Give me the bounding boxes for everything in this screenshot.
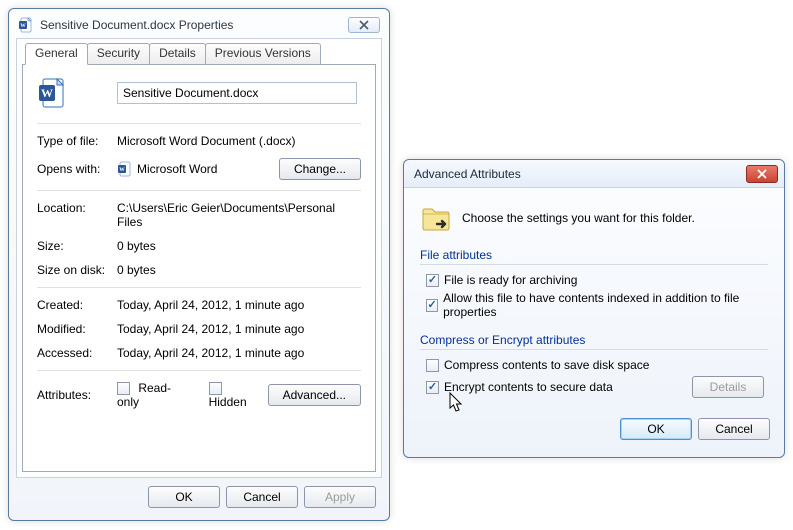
ok-button[interactable]: OK [148,486,220,508]
compress-encrypt-heading: Compress or Encrypt attributes [420,333,768,347]
accessed-label: Accessed: [37,346,117,360]
tab-strip: General Security Details Previous Versio… [25,43,320,65]
location-row: Location: C:\Users\Eric Geier\Documents\… [37,201,361,229]
readonly-checkbox-wrap: Read-only [117,381,193,409]
type-label: Type of file: [37,134,117,148]
tab-details[interactable]: Details [149,43,206,65]
archiving-checkbox[interactable] [426,274,439,287]
apply-button: Apply [304,486,376,508]
advanced-titlebar: Advanced Attributes [404,160,784,188]
separator [420,349,768,350]
properties-title: Sensitive Document.docx Properties [40,18,348,32]
svg-text:W: W [20,23,26,29]
svg-text:W: W [119,167,125,173]
word-file-icon: W [37,77,69,109]
word-file-icon: W [18,17,34,33]
file-attributes-heading: File attributes [420,248,768,262]
indexing-checkbox[interactable] [426,299,438,312]
attributes-label: Attributes: [37,388,117,402]
ok-button[interactable]: OK [620,418,692,440]
opens-with-row: Opens with: W Microsoft Word Change... [37,158,361,180]
separator [420,264,768,265]
size-value: 0 bytes [117,239,361,253]
hidden-checkbox-wrap: Hidden [209,381,268,409]
type-row: Type of file: Microsoft Word Document (.… [37,134,361,148]
opens-with-value: W Microsoft Word [117,161,279,177]
modified-value: Today, April 24, 2012, 1 minute ago [117,322,361,336]
close-button[interactable] [746,165,778,183]
separator [37,123,361,124]
separator [37,190,361,191]
advanced-title: Advanced Attributes [414,167,746,181]
file-attributes-group: File attributes File is ready for archiv… [420,248,768,319]
size-on-disk-row: Size on disk: 0 bytes [37,263,361,277]
encrypt-row: Encrypt contents to secure data Details [426,376,768,398]
modified-row: Modified: Today, April 24, 2012, 1 minut… [37,322,361,336]
opens-with-label: Opens with: [37,162,117,176]
readonly-checkbox[interactable] [117,382,130,395]
details-button: Details [692,376,764,398]
compress-checkbox[interactable] [426,359,439,372]
advanced-button-bar: OK Cancel [404,412,784,450]
created-label: Created: [37,298,117,312]
accessed-value: Today, April 24, 2012, 1 minute ago [117,346,361,360]
hidden-checkbox[interactable] [209,382,222,395]
size-on-disk-value: 0 bytes [117,263,361,277]
cancel-button[interactable]: Cancel [698,418,770,440]
intro-row: Choose the settings you want for this fo… [420,202,768,234]
word-app-icon: W [117,161,133,177]
location-label: Location: [37,201,117,215]
folder-properties-icon [420,202,452,234]
close-button[interactable] [348,17,380,33]
attributes-row: Attributes: Read-only Hidden Advanced... [37,381,361,409]
filename-row: W [37,77,361,109]
compress-row: Compress contents to save disk space [426,358,768,372]
tab-general[interactable]: General [25,43,88,65]
opens-with-text: Microsoft Word [137,162,217,176]
hidden-label[interactable]: Hidden [209,395,247,409]
intro-text: Choose the settings you want for this fo… [462,211,695,225]
separator [37,287,361,288]
cancel-button[interactable]: Cancel [226,486,298,508]
properties-window: W Sensitive Document.docx Properties Gen… [8,8,390,521]
advanced-attributes-window: Advanced Attributes Choose the settings … [403,159,785,458]
encrypt-checkbox[interactable] [426,381,439,394]
tab-general-body: W Type of file: Microsoft Word Document … [22,64,376,472]
compress-label[interactable]: Compress contents to save disk space [444,358,649,372]
compress-encrypt-group: Compress or Encrypt attributes Compress … [420,333,768,398]
advanced-button[interactable]: Advanced... [268,384,361,406]
filename-input[interactable] [117,82,357,104]
archiving-row: File is ready for archiving [426,273,768,287]
properties-titlebar: W Sensitive Document.docx Properties [14,14,384,36]
size-label: Size: [37,239,117,253]
location-value: C:\Users\Eric Geier\Documents\Personal F… [117,201,361,229]
properties-body: General Security Details Previous Versio… [16,38,382,478]
size-on-disk-label: Size on disk: [37,263,117,277]
archiving-label[interactable]: File is ready for archiving [444,273,577,287]
advanced-body: Choose the settings you want for this fo… [404,188,784,412]
indexing-row: Allow this file to have contents indexed… [426,291,768,319]
type-value: Microsoft Word Document (.docx) [117,134,361,148]
tab-security[interactable]: Security [87,43,150,65]
tab-previous-versions[interactable]: Previous Versions [205,43,321,65]
properties-button-bar: OK Cancel Apply [14,484,384,508]
created-row: Created: Today, April 24, 2012, 1 minute… [37,298,361,312]
change-button[interactable]: Change... [279,158,361,180]
size-row: Size: 0 bytes [37,239,361,253]
encrypt-label[interactable]: Encrypt contents to secure data [444,380,613,394]
modified-label: Modified: [37,322,117,336]
svg-text:W: W [41,86,53,100]
indexing-label[interactable]: Allow this file to have contents indexed… [443,291,768,319]
separator [37,370,361,371]
created-value: Today, April 24, 2012, 1 minute ago [117,298,361,312]
accessed-row: Accessed: Today, April 24, 2012, 1 minut… [37,346,361,360]
